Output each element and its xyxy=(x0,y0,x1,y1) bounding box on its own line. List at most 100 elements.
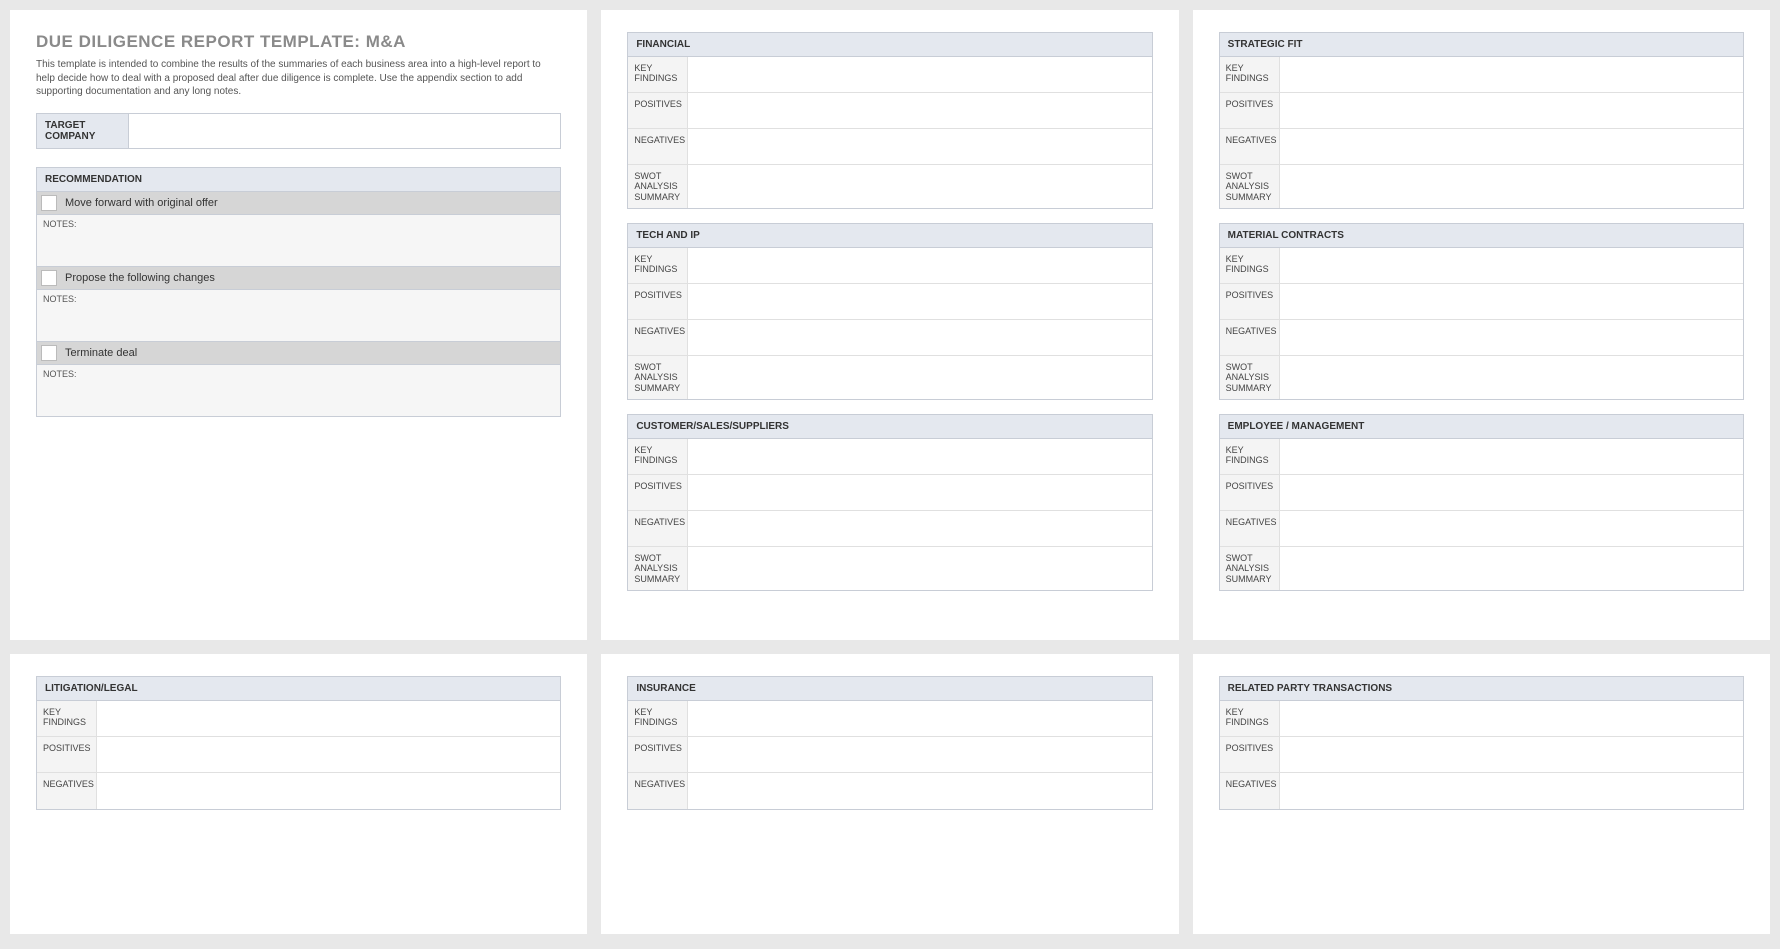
section-row-negatives: NEGATIVES xyxy=(628,773,1151,809)
section-row-key_findings: KEY FINDINGS xyxy=(628,248,1151,284)
rec-notes-1[interactable]: NOTES: xyxy=(36,215,561,267)
row-value-key_findings[interactable] xyxy=(688,248,1151,283)
section-row-key_findings: KEY FINDINGS xyxy=(1220,439,1743,475)
row-value-swot[interactable] xyxy=(688,165,1151,208)
row-label-swot: SWOT ANALYSIS SUMMARY xyxy=(1220,165,1280,208)
row-label-positives: POSITIVES xyxy=(628,93,688,128)
section-strategic-fit: STRATEGIC FITKEY FINDINGSPOSITIVESNEGATI… xyxy=(1219,32,1744,209)
section-row-key_findings: KEY FINDINGS xyxy=(628,439,1151,475)
section-row-swot: SWOT ANALYSIS SUMMARY xyxy=(628,165,1151,208)
row-value-key_findings[interactable] xyxy=(1280,57,1743,92)
row-value-key_findings[interactable] xyxy=(1280,701,1743,736)
rec-checkbox-2[interactable] xyxy=(41,270,57,286)
row-label-key_findings: KEY FINDINGS xyxy=(628,57,688,92)
row-value-positives[interactable] xyxy=(97,737,560,772)
rec-checkbox-1[interactable] xyxy=(41,195,57,211)
row-label-negatives: NEGATIVES xyxy=(1220,320,1280,355)
target-company-value[interactable] xyxy=(129,114,560,148)
section-row-swot: SWOT ANALYSIS SUMMARY xyxy=(628,356,1151,399)
row-value-key_findings[interactable] xyxy=(1280,248,1743,283)
page-related-party: RELATED PARTY TRANSACTIONSKEY FINDINGSPO… xyxy=(1193,654,1770,934)
section-row-negatives: NEGATIVES xyxy=(1220,511,1743,547)
row-value-key_findings[interactable] xyxy=(688,439,1151,474)
section-row-positives: POSITIVES xyxy=(628,737,1151,773)
section-row-key_findings: KEY FINDINGS xyxy=(1220,57,1743,93)
section-row-key_findings: KEY FINDINGS xyxy=(628,701,1151,737)
row-label-positives: POSITIVES xyxy=(628,284,688,319)
section-header: RELATED PARTY TRANSACTIONS xyxy=(1220,677,1743,701)
rec-notes-3[interactable]: NOTES: xyxy=(36,365,561,417)
row-value-negatives[interactable] xyxy=(688,511,1151,546)
row-label-swot: SWOT ANALYSIS SUMMARY xyxy=(628,356,688,399)
rec-checkbox-3[interactable] xyxy=(41,345,57,361)
section-row-swot: SWOT ANALYSIS SUMMARY xyxy=(628,547,1151,590)
section-row-key_findings: KEY FINDINGS xyxy=(1220,248,1743,284)
page-col2-top: FINANCIALKEY FINDINGSPOSITIVESNEGATIVESS… xyxy=(601,10,1178,640)
row-value-positives[interactable] xyxy=(688,284,1151,319)
section-row-key_findings: KEY FINDINGS xyxy=(37,701,560,737)
section-related-party-transactions: RELATED PARTY TRANSACTIONSKEY FINDINGSPO… xyxy=(1219,676,1744,810)
row-value-key_findings[interactable] xyxy=(688,57,1151,92)
row-value-key_findings[interactable] xyxy=(688,701,1151,736)
section-row-positives: POSITIVES xyxy=(628,284,1151,320)
target-company-row: TARGET COMPANY xyxy=(36,113,561,149)
row-label-negatives: NEGATIVES xyxy=(37,773,97,809)
rec-notes-2[interactable]: NOTES: xyxy=(36,290,561,342)
page-intro: DUE DILIGENCE REPORT TEMPLATE: M&A This … xyxy=(10,10,587,640)
section-financial: FINANCIALKEY FINDINGSPOSITIVESNEGATIVESS… xyxy=(627,32,1152,209)
row-value-negatives[interactable] xyxy=(1280,773,1743,809)
row-value-positives[interactable] xyxy=(688,93,1151,128)
section-header: LITIGATION/LEGAL xyxy=(37,677,560,701)
section-row-key_findings: KEY FINDINGS xyxy=(1220,701,1743,737)
row-value-negatives[interactable] xyxy=(688,773,1151,809)
row-label-negatives: NEGATIVES xyxy=(1220,511,1280,546)
rec-option-1-label: Move forward with original offer xyxy=(65,197,218,209)
section-row-negatives: NEGATIVES xyxy=(37,773,560,809)
section-row-key_findings: KEY FINDINGS xyxy=(628,57,1151,93)
row-label-negatives: NEGATIVES xyxy=(1220,129,1280,164)
report-title: DUE DILIGENCE REPORT TEMPLATE: M&A xyxy=(36,32,561,52)
row-value-swot[interactable] xyxy=(688,356,1151,399)
row-value-positives[interactable] xyxy=(1280,475,1743,510)
section-row-swot: SWOT ANALYSIS SUMMARY xyxy=(1220,547,1743,590)
row-label-swot: SWOT ANALYSIS SUMMARY xyxy=(628,547,688,590)
row-value-positives[interactable] xyxy=(1280,284,1743,319)
row-value-positives[interactable] xyxy=(688,475,1151,510)
row-value-negatives[interactable] xyxy=(688,129,1151,164)
row-label-key_findings: KEY FINDINGS xyxy=(1220,701,1280,736)
row-value-swot[interactable] xyxy=(1280,356,1743,399)
row-label-swot: SWOT ANALYSIS SUMMARY xyxy=(1220,356,1280,399)
row-label-positives: POSITIVES xyxy=(1220,475,1280,510)
row-value-negatives[interactable] xyxy=(1280,129,1743,164)
section-header: INSURANCE xyxy=(628,677,1151,701)
row-value-negatives[interactable] xyxy=(688,320,1151,355)
row-value-swot[interactable] xyxy=(688,547,1151,590)
rec-option-2: Propose the following changes xyxy=(36,267,561,290)
row-value-swot[interactable] xyxy=(1280,547,1743,590)
page-col3-top: STRATEGIC FITKEY FINDINGSPOSITIVESNEGATI… xyxy=(1193,10,1770,640)
target-company-label: TARGET COMPANY xyxy=(37,114,129,148)
row-value-key_findings[interactable] xyxy=(97,701,560,736)
row-label-positives: POSITIVES xyxy=(628,475,688,510)
section-row-positives: POSITIVES xyxy=(628,93,1151,129)
row-value-negatives[interactable] xyxy=(1280,320,1743,355)
row-label-negatives: NEGATIVES xyxy=(628,129,688,164)
section-tech-and-ip: TECH AND IPKEY FINDINGSPOSITIVESNEGATIVE… xyxy=(627,223,1152,400)
section-header: CUSTOMER/SALES/SUPPLIERS xyxy=(628,415,1151,439)
section-row-negatives: NEGATIVES xyxy=(628,511,1151,547)
row-value-positives[interactable] xyxy=(688,737,1151,772)
rec-option-3: Terminate deal xyxy=(36,342,561,365)
row-value-positives[interactable] xyxy=(1280,93,1743,128)
row-value-positives[interactable] xyxy=(1280,737,1743,772)
row-value-key_findings[interactable] xyxy=(1280,439,1743,474)
row-label-key_findings: KEY FINDINGS xyxy=(628,248,688,283)
section-row-positives: POSITIVES xyxy=(628,475,1151,511)
section-header: EMPLOYEE / MANAGEMENT xyxy=(1220,415,1743,439)
row-label-positives: POSITIVES xyxy=(1220,93,1280,128)
row-value-swot[interactable] xyxy=(1280,165,1743,208)
row-label-key_findings: KEY FINDINGS xyxy=(37,701,97,736)
row-value-negatives[interactable] xyxy=(1280,511,1743,546)
section-row-positives: POSITIVES xyxy=(1220,284,1743,320)
row-value-negatives[interactable] xyxy=(97,773,560,809)
section-row-negatives: NEGATIVES xyxy=(628,129,1151,165)
